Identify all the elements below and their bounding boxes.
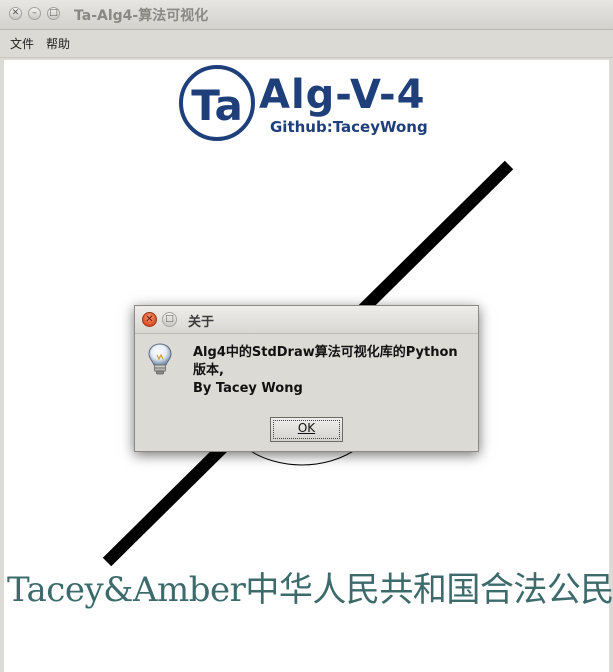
- dialog-message: Alg4中的StdDraw算法可视化库的Python 版本, By Tacey …: [193, 344, 475, 398]
- window-minimize-button[interactable]: –: [28, 7, 41, 20]
- dialog-maximize-button[interactable]: □: [162, 312, 177, 327]
- dialog-message-line: Alg4中的StdDraw算法可视化库的Python: [193, 345, 458, 360]
- dialog-titlebar: ✕ □ 关于: [135, 306, 478, 334]
- logo-title: Alg-V-4: [259, 72, 426, 118]
- canvas-bottom-text: Tacey&Amber中华人民共和国合法公民: [7, 570, 613, 610]
- window-close-button[interactable]: ✕: [9, 7, 22, 20]
- dialog-message-line: By Tacey Wong: [193, 381, 303, 396]
- about-dialog: ✕ □ 关于 Alg4中的StdDraw算法可视化库的Python 版本, By…: [134, 305, 479, 452]
- menu-bar: 文件 帮助: [0, 30, 613, 58]
- dialog-title: 关于: [188, 315, 215, 330]
- dialog-close-button[interactable]: ✕: [142, 312, 157, 327]
- menu-help[interactable]: 帮助: [46, 35, 70, 52]
- ok-button-label: OK: [297, 421, 316, 435]
- ok-button[interactable]: OK: [270, 417, 343, 442]
- logo-letters: Ta: [191, 81, 243, 130]
- window-title: Ta-Alg4-算法可视化: [74, 8, 209, 24]
- menu-file[interactable]: 文件: [10, 35, 34, 52]
- logo-subtitle: Github:TaceyWong: [270, 118, 428, 136]
- window-titlebar: ✕ – □ Ta-Alg4-算法可视化: [0, 0, 613, 30]
- window-maximize-button[interactable]: □: [47, 7, 60, 20]
- lightbulb-icon: [148, 343, 172, 375]
- dialog-message-line: 版本,: [193, 363, 224, 378]
